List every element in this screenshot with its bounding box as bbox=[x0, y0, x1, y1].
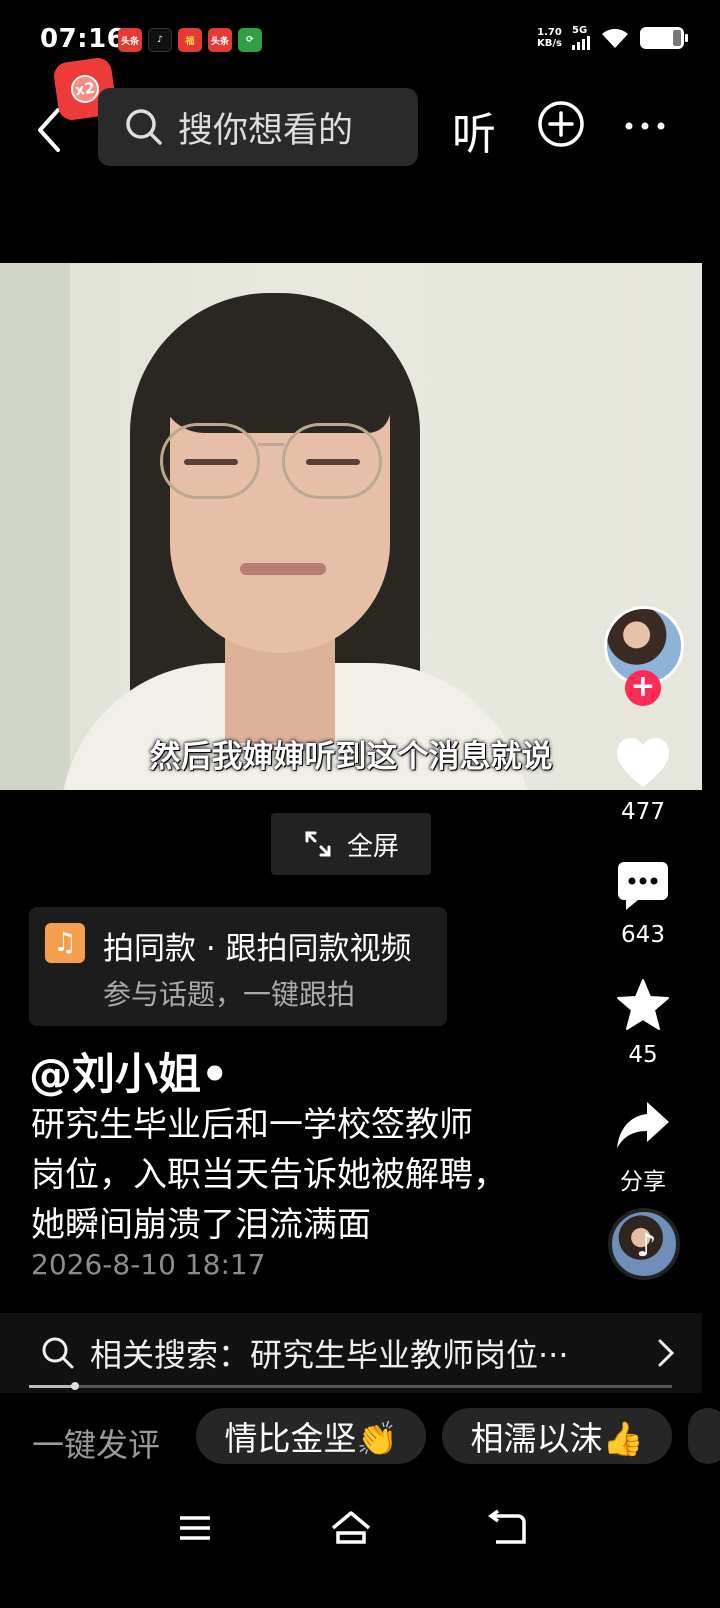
lucky-icon: 福 bbox=[178, 28, 202, 52]
follow-button[interactable]: + bbox=[625, 670, 661, 706]
description-line: 她瞬间崩溃了泪流满面 bbox=[31, 1205, 371, 1245]
like-button[interactable]: 477 bbox=[605, 737, 681, 825]
reward-badge-label: x2 bbox=[69, 73, 101, 105]
chevron-right-icon bbox=[658, 1339, 675, 1367]
related-search-text: 相关搜索：研究生毕业教师岗位··· bbox=[90, 1336, 569, 1374]
star-icon bbox=[617, 979, 669, 1030]
toutiao-icon: 头条 bbox=[118, 28, 142, 52]
wifi-icon bbox=[602, 28, 628, 48]
author-name[interactable]: @刘小姐• bbox=[29, 1040, 228, 1102]
share-icon bbox=[617, 1102, 669, 1148]
post-date: 2026-8-10 18:17 bbox=[31, 1248, 266, 1281]
tiktok-icon: ♪ bbox=[148, 28, 172, 52]
music-icon: ♫ bbox=[45, 923, 85, 963]
search-input[interactable]: 搜你想看的 bbox=[98, 88, 418, 166]
video-player[interactable]: 然后我婶婶听到这个消息就说 bbox=[0, 263, 702, 790]
sync-card-subtitle: 参与话题，一键跟拍 bbox=[103, 978, 356, 1011]
share-button[interactable]: 分享 bbox=[605, 1100, 681, 1196]
add-icon[interactable] bbox=[537, 100, 585, 148]
post-description: 研究生毕业后和一学校签教师 岗位，入职当天告诉她被解聘， 她瞬间崩溃了泪流满面 bbox=[31, 1100, 571, 1250]
description-line: 岗位，入职当天告诉她被解聘， bbox=[31, 1155, 507, 1195]
quick-comment-bar: 一键发评 情比金坚👏 相濡以沫👍 bbox=[0, 1400, 720, 1480]
description-line: 研究生毕业后和一学校签教师 bbox=[31, 1105, 473, 1145]
notification-icons: 头条 ♪ 福 头条 ⟳ bbox=[118, 28, 262, 52]
music-note-icon: ♪ bbox=[636, 1226, 657, 1264]
net-speed-unit: KB/s bbox=[537, 38, 562, 49]
quick-comment-chip[interactable]: 情比金坚👏 bbox=[196, 1408, 426, 1464]
heart-icon bbox=[617, 738, 669, 787]
video-subtitle: 然后我婶婶听到这个消息就说 bbox=[149, 739, 553, 775]
quick-comment-chip[interactable] bbox=[688, 1408, 720, 1464]
video-progress-bar[interactable] bbox=[29, 1382, 672, 1390]
sync-card-title: 拍同款 · 跟拍同款视频 bbox=[103, 931, 412, 967]
home-icon[interactable] bbox=[326, 1508, 376, 1548]
battery-icon bbox=[640, 27, 688, 49]
related-search-bar[interactable]: 相关搜索：研究生毕业教师岗位··· bbox=[0, 1313, 702, 1393]
comment-button[interactable]: 643 bbox=[605, 860, 681, 948]
menu-icon[interactable] bbox=[170, 1508, 220, 1548]
status-right: 1.70 KB/s 5G bbox=[537, 26, 688, 50]
status-time: 07:16 bbox=[40, 24, 126, 54]
back-nav-icon[interactable] bbox=[482, 1508, 532, 1548]
search-placeholder: 搜你想看的 bbox=[178, 110, 354, 151]
signal-icon: 5G bbox=[572, 26, 590, 50]
quick-comment-label: 一键发评 bbox=[32, 1426, 161, 1464]
comment-icon bbox=[618, 862, 668, 910]
search-icon bbox=[42, 1337, 74, 1369]
like-count: 477 bbox=[621, 799, 665, 825]
toutiao-icon: 头条 bbox=[208, 28, 232, 52]
favorite-button[interactable]: 45 bbox=[605, 978, 681, 1068]
listen-button[interactable]: 听 bbox=[452, 98, 496, 162]
progress-handle[interactable] bbox=[71, 1382, 79, 1390]
favorite-count: 45 bbox=[628, 1042, 658, 1068]
music-disc[interactable]: ♪ bbox=[608, 1208, 680, 1280]
share-label: 分享 bbox=[620, 1169, 666, 1195]
net-speed: 1.70 KB/s bbox=[537, 27, 562, 49]
more-icon[interactable] bbox=[622, 108, 668, 144]
refresh-app-icon: ⟳ bbox=[238, 28, 262, 52]
sync-shoot-card[interactable]: ♫ 拍同款 · 跟拍同款视频 参与话题，一键跟拍 bbox=[29, 907, 447, 1026]
fullscreen-label: 全屏 bbox=[346, 831, 399, 862]
expand-icon bbox=[305, 831, 331, 857]
quick-comment-chip[interactable]: 相濡以沫👍 bbox=[442, 1408, 672, 1464]
net-speed-value: 1.70 bbox=[537, 27, 562, 38]
comment-count: 643 bbox=[621, 922, 665, 948]
fullscreen-button[interactable]: 全屏 bbox=[271, 813, 431, 875]
search-icon bbox=[126, 109, 162, 145]
network-type: 5G bbox=[572, 25, 588, 36]
system-nav-bar bbox=[0, 1490, 720, 1608]
